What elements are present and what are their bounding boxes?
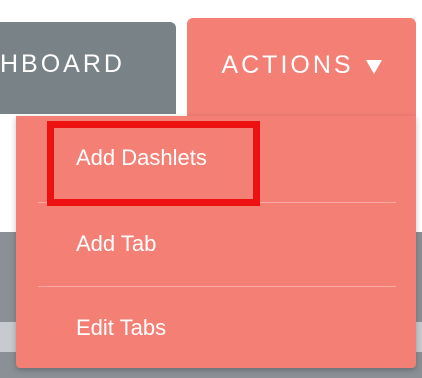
dashboard-actions-screen: HBOARD ACTIONS Add Dashlets Add Tab Edit… <box>0 0 422 378</box>
actions-label: ACTIONS <box>221 50 354 79</box>
menu-item-label: Edit Tabs <box>76 315 167 340</box>
caret-down-icon <box>365 60 382 74</box>
menu-item-add-tab[interactable]: Add Tab <box>16 202 416 286</box>
menu-item-edit-tabs[interactable]: Edit Tabs <box>16 286 416 370</box>
tab-dashboard-label: HBOARD <box>0 49 125 78</box>
menu-item-add-dashlets[interactable]: Add Dashlets <box>16 116 416 200</box>
tab-dashboard[interactable]: HBOARD <box>0 22 176 114</box>
actions-button[interactable]: ACTIONS <box>187 18 416 118</box>
menu-item-label: Add Dashlets <box>76 145 207 170</box>
menu-item-label: Add Tab <box>76 231 157 256</box>
actions-dropdown-menu: Add Dashlets Add Tab Edit Tabs <box>16 116 416 368</box>
